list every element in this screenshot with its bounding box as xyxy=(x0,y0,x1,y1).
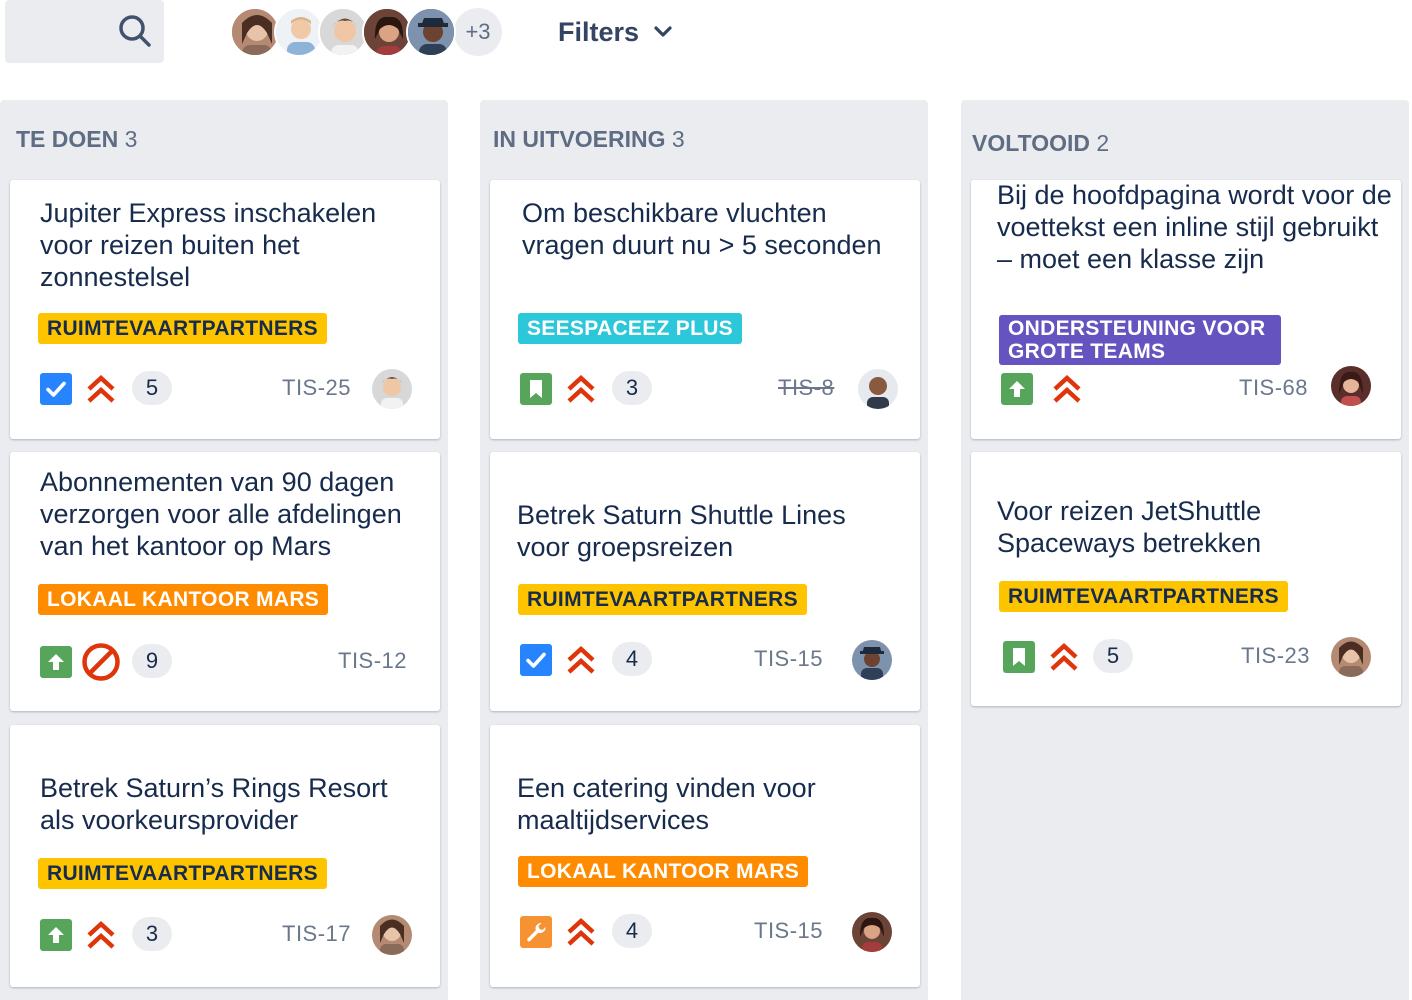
issue-card[interactable]: Om beschikbare vluchten vragen duurt nu … xyxy=(490,180,920,439)
issue-key[interactable]: TIS-17 xyxy=(282,921,351,947)
filters-label: Filters xyxy=(558,16,640,47)
highest-priority-icon xyxy=(565,916,597,948)
issue-key[interactable]: TIS-15 xyxy=(754,646,823,672)
column-count: 2 xyxy=(1096,130,1110,156)
issue-card[interactable]: Betrek Saturn Shuttle Lines voor groepsr… xyxy=(490,452,920,711)
column-voltooid: VOLTOOID 2 Bij de hoofdpagina wordt voor… xyxy=(961,100,1409,1000)
task-checkbox-icon xyxy=(520,644,552,676)
card-title: Bij de hoofdpagina wordt voor de voettek… xyxy=(997,180,1392,274)
story-points-badge: 3 xyxy=(132,917,172,951)
issue-card[interactable]: Bij de hoofdpagina wordt voor de voettek… xyxy=(971,180,1401,439)
highest-priority-icon xyxy=(85,373,117,405)
story-points-badge: 5 xyxy=(1093,639,1133,673)
column-header: IN UITVOERING 3 xyxy=(493,126,685,153)
avatar[interactable] xyxy=(852,640,892,680)
column-title: VOLTOOID xyxy=(972,130,1090,156)
issue-card[interactable]: Voor reizen JetShuttle Spaceways betrekk… xyxy=(971,452,1401,706)
highest-priority-icon xyxy=(1048,641,1080,673)
assignee-avatar-group: +3 xyxy=(230,7,502,57)
chevron-down-icon xyxy=(654,26,672,37)
story-points-badge: 9 xyxy=(132,644,172,678)
issue-key[interactable]: TIS-23 xyxy=(1241,643,1310,669)
card-title: Betrek Saturn’s Rings Resort als voorkeu… xyxy=(40,773,388,835)
avatar[interactable] xyxy=(362,7,412,57)
more-assignees-button[interactable]: +3 xyxy=(454,8,502,56)
issue-key[interactable]: TIS-8 xyxy=(778,375,834,401)
avatar[interactable] xyxy=(372,915,412,955)
avatar[interactable] xyxy=(318,7,368,57)
issue-key[interactable]: TIS-25 xyxy=(282,375,351,401)
avatar[interactable] xyxy=(274,7,324,57)
avatar[interactable] xyxy=(406,7,456,57)
column-count: 3 xyxy=(671,126,685,152)
epic-label[interactable]: RUIMTEVAARTPARTNERS xyxy=(518,584,807,615)
issue-key[interactable]: TIS-68 xyxy=(1239,375,1308,401)
card-title: Om beschikbare vluchten vragen duurt nu … xyxy=(522,198,882,260)
avatar[interactable] xyxy=(858,369,898,409)
card-title: Jupiter Express inschakelen voor reizen … xyxy=(40,198,377,292)
avatar[interactable] xyxy=(230,7,280,57)
highest-priority-icon xyxy=(565,373,597,405)
improvement-arrow-icon xyxy=(40,919,72,951)
epic-label[interactable]: LOKAAL KANTOOR MARS xyxy=(518,856,809,887)
story-points-badge: 4 xyxy=(612,642,652,676)
issue-card[interactable]: Betrek Saturn’s Rings Resort als voorkeu… xyxy=(10,725,440,987)
highest-priority-icon xyxy=(565,644,597,676)
card-title: Abonnementen van 90 dagen verzorgen voor… xyxy=(40,467,402,561)
story-bookmark-icon xyxy=(1003,641,1035,673)
story-points-badge: 3 xyxy=(612,371,652,405)
search-box[interactable] xyxy=(5,0,164,63)
task-checkbox-icon xyxy=(40,373,72,405)
epic-label[interactable]: RUIMTEVAARTPARTNERS xyxy=(38,858,327,889)
column-in-uitvoering: IN UITVOERING 3 Om beschikbare vluchten … xyxy=(480,100,928,1000)
search-icon xyxy=(119,15,151,47)
issue-card[interactable]: Abonnementen van 90 dagen verzorgen voor… xyxy=(10,452,440,711)
avatar[interactable] xyxy=(1331,637,1371,677)
epic-label[interactable]: RUIMTEVAARTPARTNERS xyxy=(999,581,1288,612)
epic-label[interactable]: SEESPACEEZ PLUS xyxy=(518,313,742,344)
card-title: Voor reizen JetShuttle Spaceways betrekk… xyxy=(997,496,1262,558)
story-bookmark-icon xyxy=(520,373,552,405)
issue-key[interactable]: TIS-15 xyxy=(754,918,823,944)
epic-label[interactable]: ONDERSTEUNING VOOR GROTE TEAMS xyxy=(999,315,1281,365)
column-count: 3 xyxy=(124,126,138,152)
issue-card[interactable]: Jupiter Express inschakelen voor reizen … xyxy=(10,180,440,439)
wrench-icon xyxy=(520,916,552,948)
highest-priority-icon xyxy=(85,919,117,951)
column-title: TE DOEN xyxy=(16,126,119,152)
column-header: TE DOEN 3 xyxy=(16,126,137,153)
improvement-arrow-icon xyxy=(1001,373,1033,405)
column-te-doen: TE DOEN 3 Jupiter Express inschakelen vo… xyxy=(0,100,448,1000)
avatar[interactable] xyxy=(372,369,412,409)
epic-label[interactable]: RUIMTEVAARTPARTNERS xyxy=(38,313,327,344)
avatar[interactable] xyxy=(1331,366,1371,406)
blocked-icon xyxy=(81,642,121,682)
card-title: Een catering vinden voor maaltijdservice… xyxy=(517,773,816,835)
highest-priority-icon xyxy=(1051,373,1083,405)
improvement-arrow-icon xyxy=(40,646,72,678)
issue-card[interactable]: Een catering vinden voor maaltijdservice… xyxy=(490,725,920,987)
story-points-badge: 4 xyxy=(612,914,652,948)
epic-label[interactable]: LOKAAL KANTOOR MARS xyxy=(38,584,329,615)
column-header: VOLTOOID 2 xyxy=(972,130,1109,157)
column-title: IN UITVOERING xyxy=(493,126,666,152)
story-points-badge: 5 xyxy=(132,371,172,405)
card-title: Betrek Saturn Shuttle Lines voor groepsr… xyxy=(517,500,846,562)
issue-key[interactable]: TIS-12 xyxy=(338,648,407,674)
avatar[interactable] xyxy=(852,912,892,952)
filters-dropdown[interactable]: Filters xyxy=(558,14,673,50)
